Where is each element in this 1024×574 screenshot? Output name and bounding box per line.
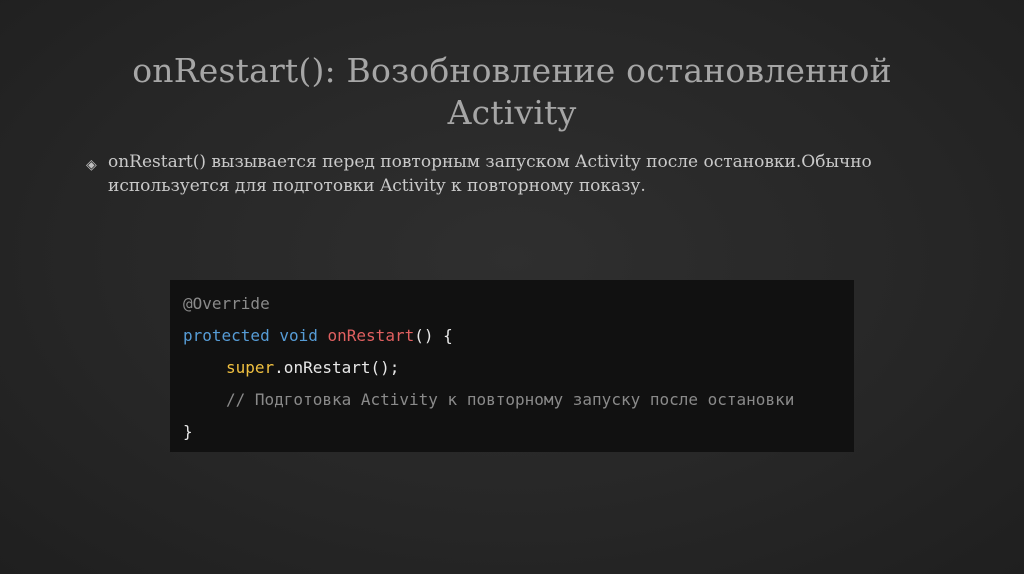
method-name: onRestart [327,326,415,345]
bullet-item: ◈ onRestart() вызывается перед повторным… [86,150,956,198]
bullet-text: onRestart() вызывается перед повторным з… [108,152,872,196]
diamond-bullet-icon: ◈ [86,157,97,173]
code-line-1: @Override [183,288,842,320]
keyword-void: void [279,326,318,345]
code-block: @Override protected void onRestart() { s… [170,280,854,452]
method-signature-end: () { [414,326,453,345]
title-line-2: Activity [447,93,577,132]
super-call-rest: .onRestart(); [274,358,400,377]
override-annotation: @Override [183,294,270,313]
closing-brace: } [183,422,193,441]
code-line-5: } [183,416,842,448]
keyword-protected: protected [183,326,270,345]
code-line-4: // Подготовка Activity к повторному запу… [183,384,842,416]
slide: onRestart(): Возобновление остановленной… [0,0,1024,574]
slide-title: onRestart(): Возобновление остановленной… [0,50,1024,134]
code-line-3: super.onRestart(); [183,352,842,384]
code-line-2: protected void onRestart() { [183,320,842,352]
super-keyword: super [226,358,275,377]
code-comment: // Подготовка Activity к повторному запу… [226,390,795,409]
title-line-1: onRestart(): Возобновление остановленной [132,51,892,90]
